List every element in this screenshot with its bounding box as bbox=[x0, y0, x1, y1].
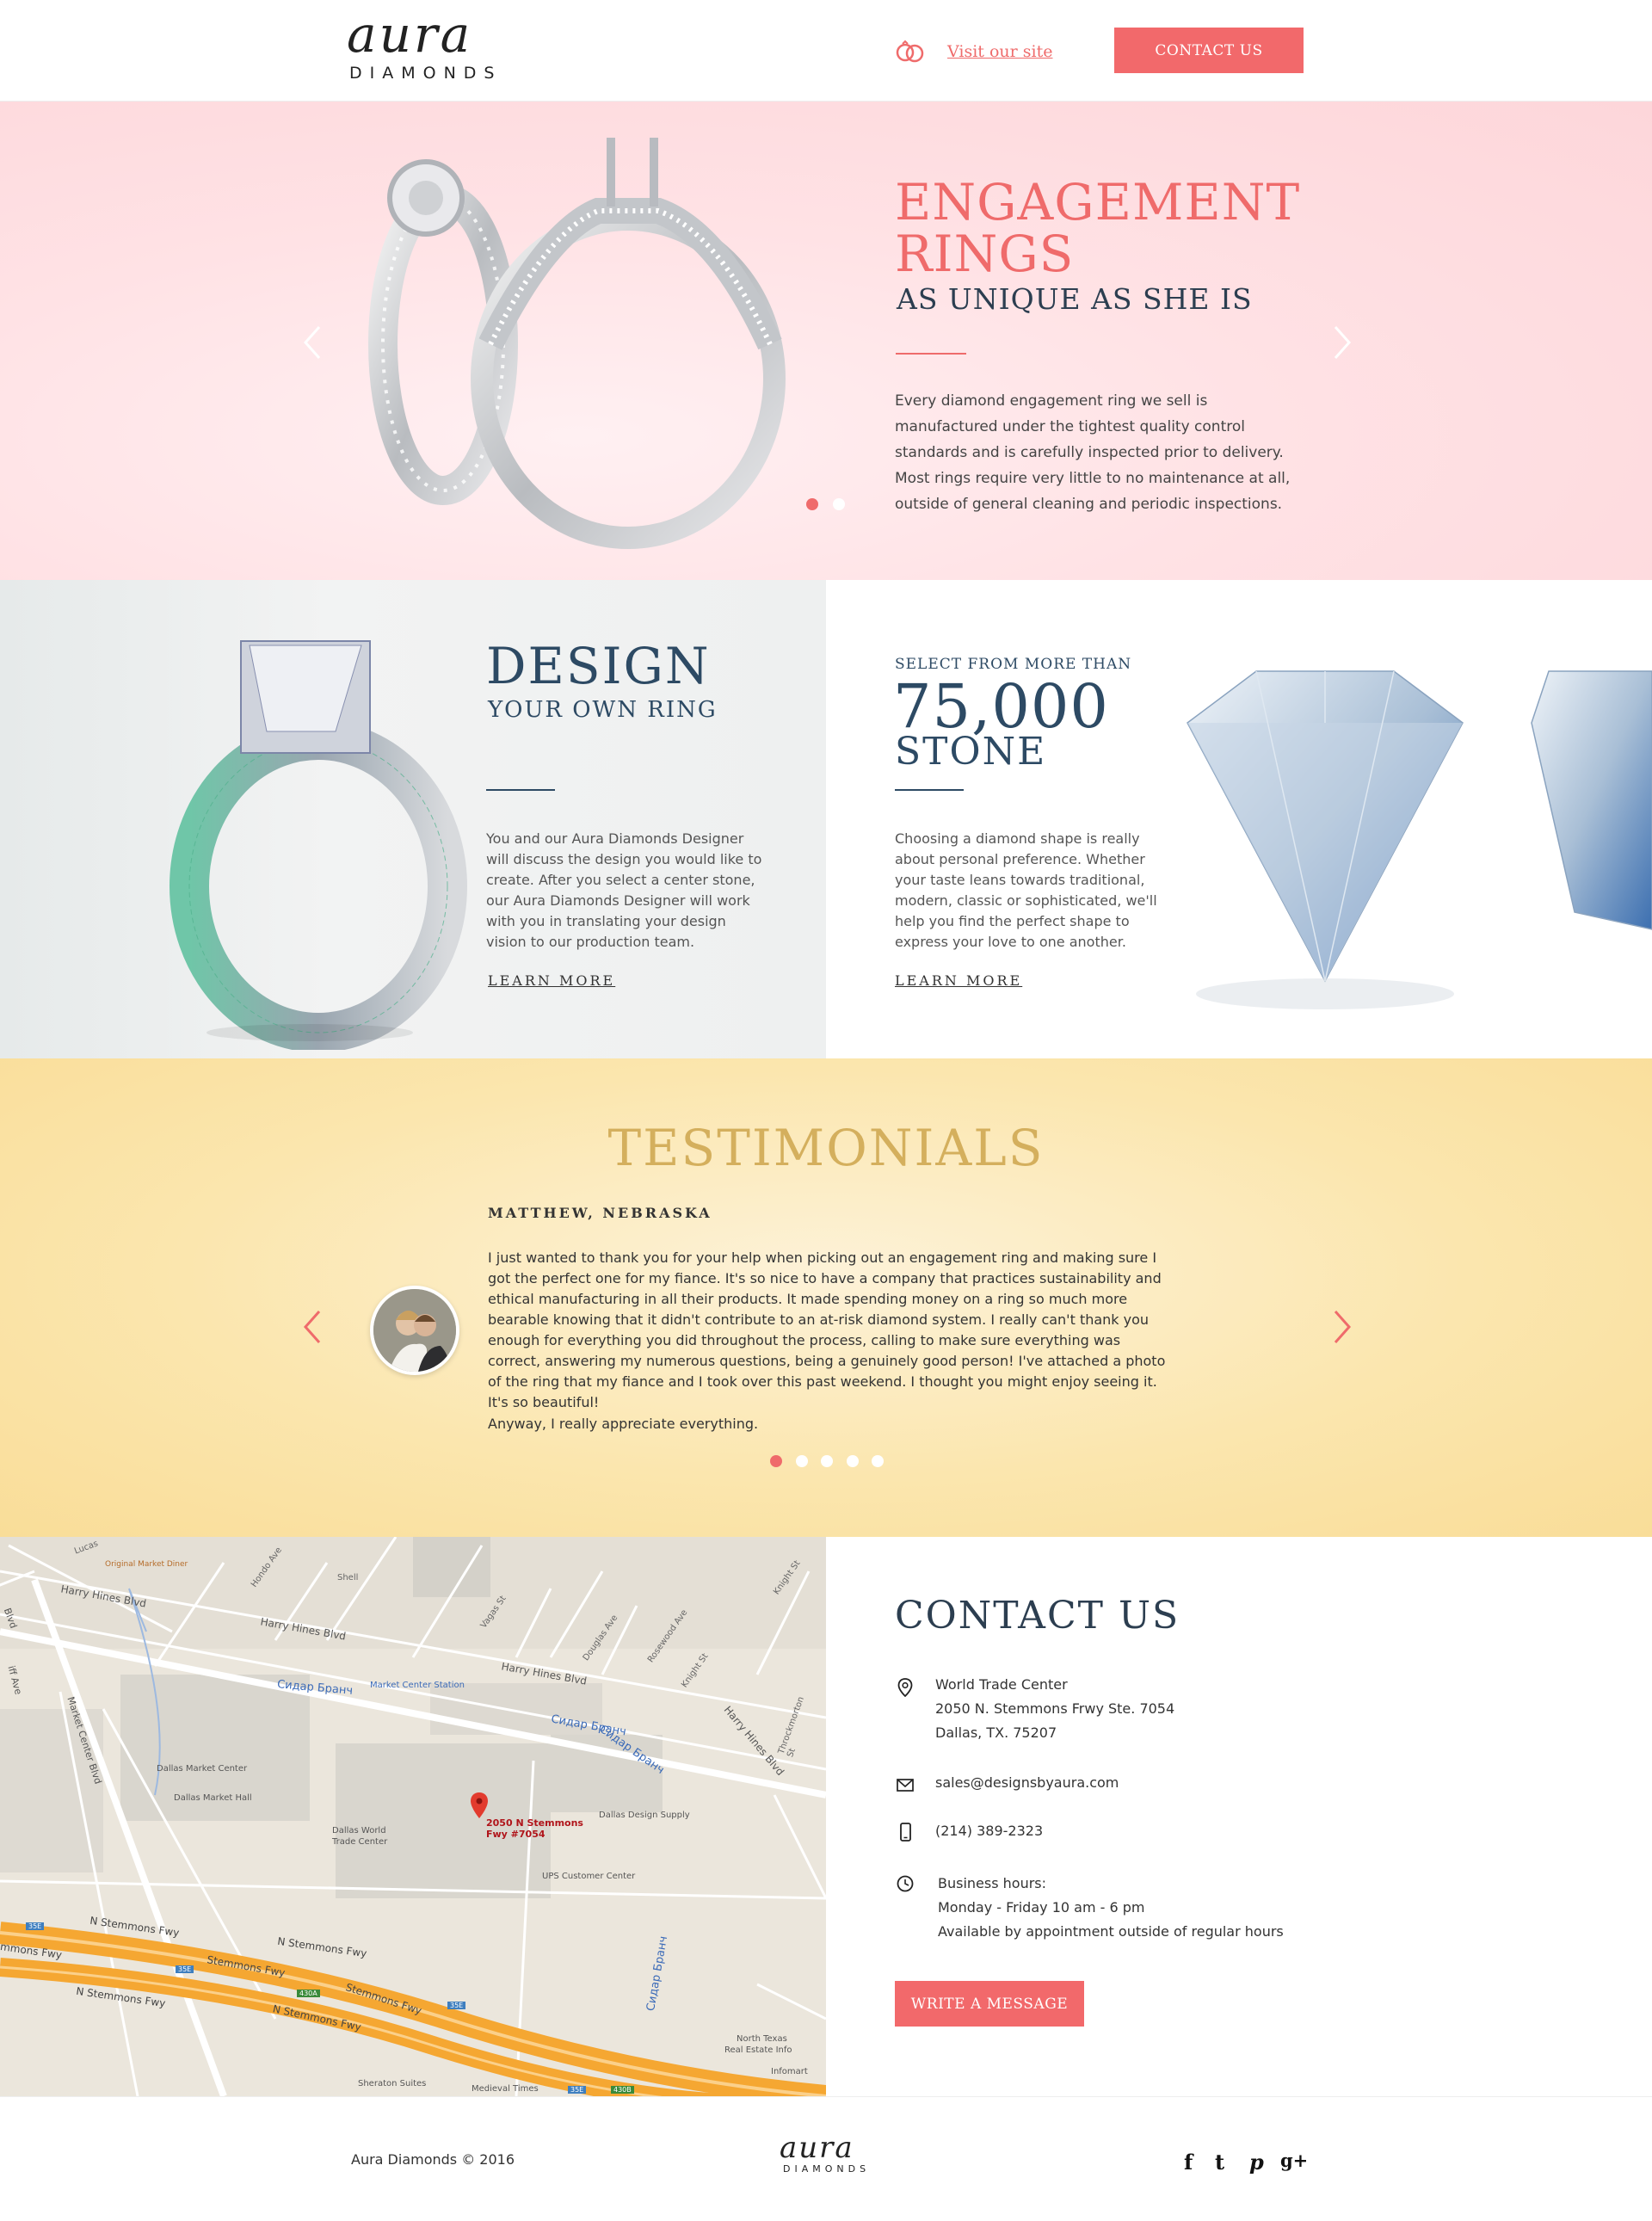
footer-logo[interactable]: aura bbox=[780, 2131, 854, 2165]
email-link[interactable]: sales@designsbyaura.com bbox=[935, 1771, 1119, 1795]
designed-ring-image bbox=[170, 640, 467, 1050]
stone-learn-more-link[interactable]: LEARN MORE bbox=[895, 972, 1022, 989]
copyright-text: Aura Diamonds © 2016 bbox=[351, 2151, 515, 2168]
design-divider bbox=[486, 789, 555, 791]
highway-shield: 35E bbox=[176, 1965, 194, 1973]
testimonial-dot-3[interactable] bbox=[821, 1455, 833, 1467]
map-label: Infomart bbox=[771, 2067, 808, 2076]
pinterest-icon[interactable]: p bbox=[1249, 2150, 1264, 2175]
map-label: Shell bbox=[337, 1573, 359, 1582]
map-label: Sheraton Suites bbox=[358, 2079, 427, 2088]
location-pin-icon bbox=[897, 1678, 913, 1697]
stone-description: Choosing a diamond shape is really about… bbox=[895, 830, 1157, 950]
testimonial-dot-1[interactable] bbox=[770, 1455, 782, 1467]
contact-title: CONTACT US bbox=[895, 1594, 1180, 1638]
map-label: Market Center Station bbox=[370, 1681, 465, 1690]
stone-divider bbox=[895, 789, 964, 791]
hero-divider bbox=[896, 353, 966, 355]
phone-icon bbox=[900, 1823, 911, 1842]
site-header: aura DIAMONDS Visit our site CONTACT US bbox=[0, 0, 1652, 102]
contact-us-button[interactable]: CONTACT US bbox=[1114, 28, 1304, 73]
clock-icon bbox=[897, 1875, 914, 1892]
highway-shield: 35E bbox=[568, 2086, 587, 2094]
hero-next-arrow[interactable] bbox=[1322, 324, 1359, 361]
footer-logo-subtitle: DIAMONDS bbox=[783, 2163, 871, 2175]
testimonial-text: I just wanted to thank you for your help… bbox=[488, 1249, 1166, 1410]
map-label: UPS Customer Center bbox=[542, 1872, 636, 1881]
address-line-2: 2050 N. Stemmons Frwy Ste. 7054 bbox=[935, 1700, 1175, 1717]
map-label: North Texas bbox=[737, 2034, 787, 2044]
map-label: Dallas World bbox=[332, 1826, 386, 1835]
diamonds-image bbox=[1187, 670, 1652, 1009]
map-label: Medieval Times bbox=[472, 2084, 539, 2094]
design-subtitle: YOUR OWN RING bbox=[488, 697, 718, 723]
testimonial-avatar bbox=[370, 1286, 459, 1375]
address-line-1: World Trade Center bbox=[935, 1676, 1068, 1693]
logo[interactable]: aura bbox=[347, 9, 472, 60]
highway-shield: 35E bbox=[26, 1922, 45, 1930]
design-description: You and our Aura Diamonds Designer will … bbox=[486, 830, 762, 950]
hero-prev-arrow[interactable] bbox=[295, 324, 333, 361]
highway-shield: 430B bbox=[611, 2086, 634, 2094]
map-label: Dallas Design Supply bbox=[599, 1811, 690, 1820]
map-pin-label: 2050 N Stemmons Fwy #7054 bbox=[486, 1817, 583, 1840]
testimonial-dot-4[interactable] bbox=[847, 1455, 859, 1467]
testimonial-dot-2[interactable] bbox=[796, 1455, 808, 1467]
visit-site-link[interactable]: Visit our site bbox=[947, 42, 1052, 61]
phone-number: (214) 389-2323 bbox=[935, 1823, 1044, 1839]
highway-shield: 35E bbox=[447, 2002, 466, 2009]
testimonial-dot-5[interactable] bbox=[872, 1455, 884, 1467]
testimonial-author: MATTHEW, NEBRASKA bbox=[488, 1205, 712, 1221]
engagement-rings-image bbox=[368, 138, 786, 549]
address-line-3: Dallas, TX. 75207 bbox=[935, 1724, 1057, 1741]
map-label: Dallas Market Center bbox=[157, 1764, 248, 1774]
design-title: DESIGN bbox=[486, 637, 711, 695]
testimonials-title: TESTIMONIALS bbox=[607, 1119, 1045, 1177]
google-plus-icon[interactable]: g+ bbox=[1280, 2150, 1308, 2171]
map-label: Trade Center bbox=[332, 1837, 388, 1847]
hero-dot-2[interactable] bbox=[833, 498, 845, 510]
map-pin-icon[interactable] bbox=[471, 1792, 488, 1822]
facebook-icon[interactable]: f bbox=[1184, 2150, 1193, 2175]
hero-title: ENGAGEMENT RINGS bbox=[895, 173, 1301, 283]
highway-shield: 430A bbox=[297, 1990, 320, 1997]
testimonial-closing: Anyway, I really appreciate everything. bbox=[488, 1416, 759, 1432]
envelope-icon bbox=[897, 1779, 914, 1792]
stone-kicker: SELECT FROM MORE THAN bbox=[895, 656, 1132, 673]
testimonial-prev-arrow[interactable] bbox=[295, 1308, 333, 1346]
business-hours-note: Available by appointment outside of regu… bbox=[938, 1923, 1284, 1940]
testimonial-next-arrow[interactable] bbox=[1322, 1308, 1359, 1346]
map-label: Original Market Diner bbox=[105, 1560, 188, 1569]
business-hours-weekdays: Monday - Friday 10 am - 6 pm bbox=[938, 1899, 1145, 1916]
hero-subtitle: AS UNIQUE AS SHE IS bbox=[897, 282, 1253, 316]
hero-dot-1[interactable] bbox=[806, 498, 818, 510]
stone-label: STONE bbox=[895, 730, 1047, 774]
write-message-button[interactable]: WRITE A MESSAGE bbox=[895, 1981, 1084, 2027]
design-learn-more-link[interactable]: LEARN MORE bbox=[488, 972, 615, 989]
rings-icon bbox=[896, 40, 924, 63]
business-hours-label: Business hours: bbox=[938, 1875, 1047, 1891]
location-map[interactable]: 2050 N Stemmons Fwy #7054 Lucas Original … bbox=[0, 1537, 826, 2096]
twitter-icon[interactable]: t bbox=[1215, 2150, 1224, 2175]
map-label: Dallas Market Hall bbox=[174, 1793, 252, 1803]
logo-subtitle: DIAMONDS bbox=[349, 64, 502, 83]
map-label: Real Estate Info bbox=[724, 2045, 792, 2055]
hero-slider bbox=[0, 102, 1652, 580]
hero-description: Every diamond engagement ring we sell is… bbox=[895, 392, 1291, 513]
